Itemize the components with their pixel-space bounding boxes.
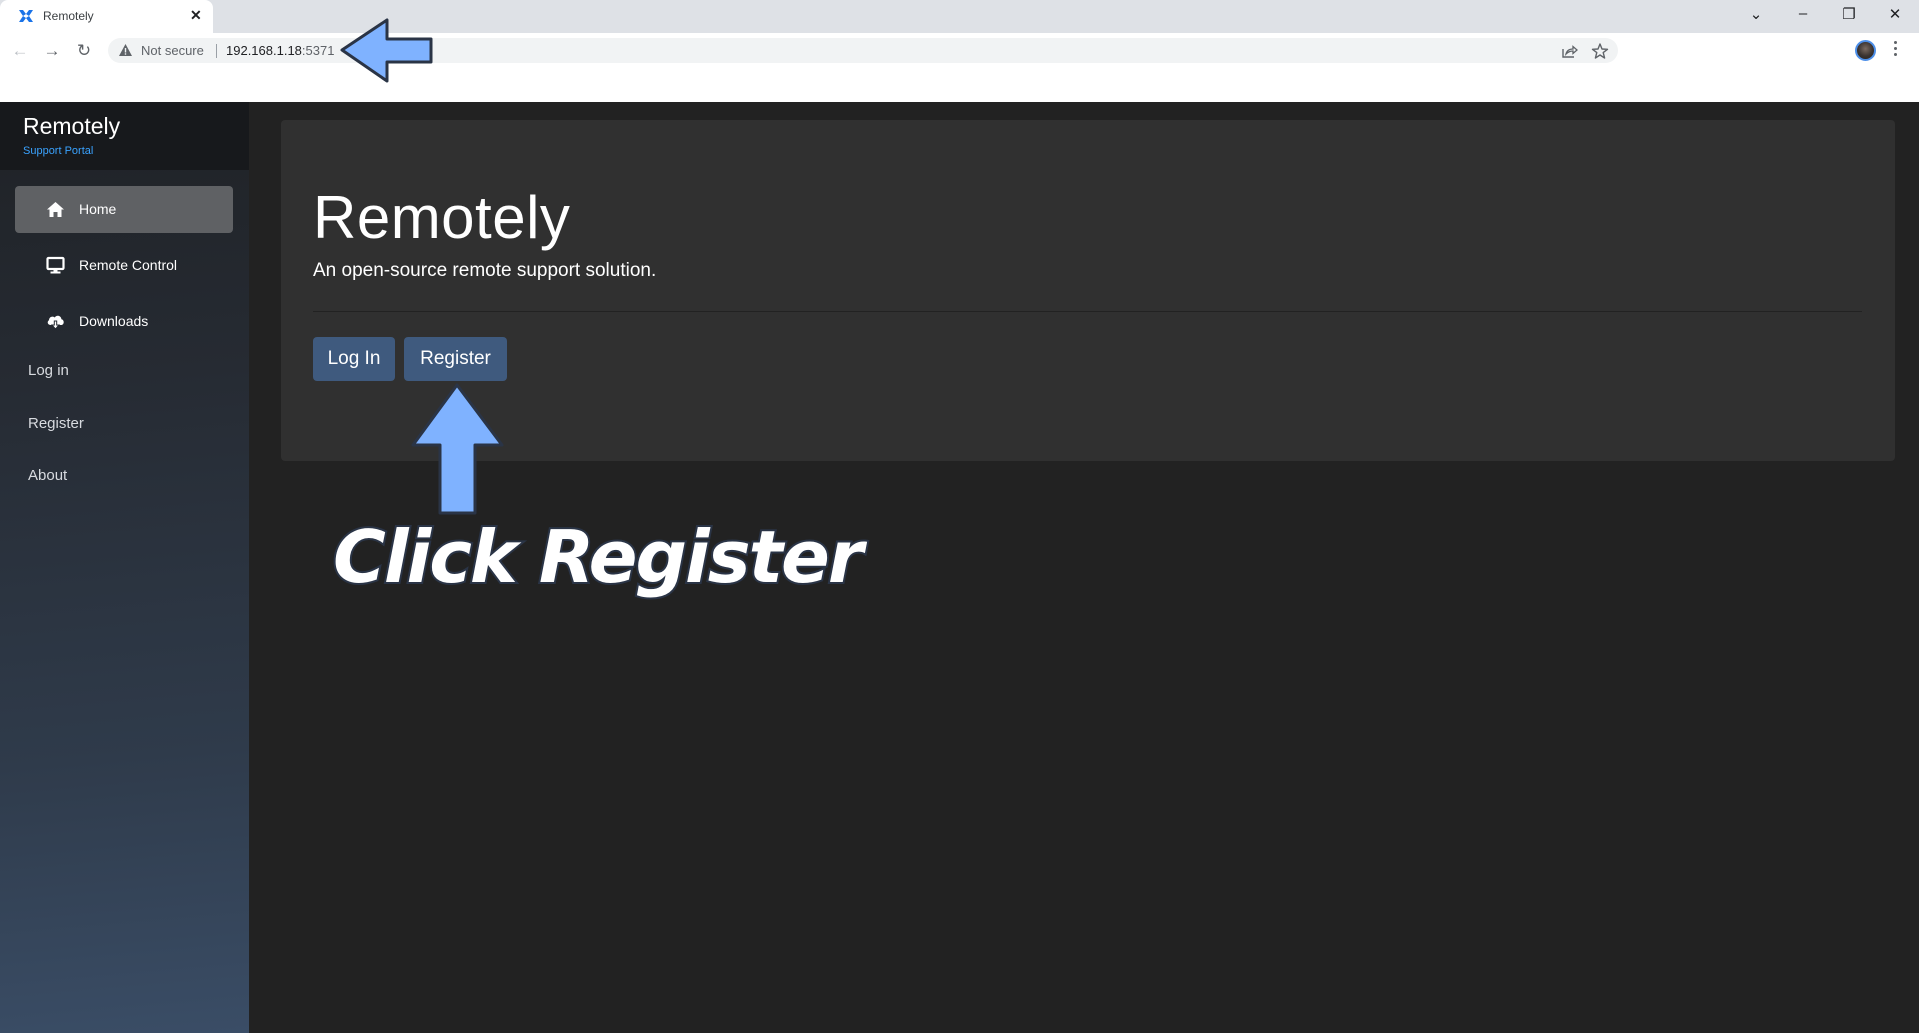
avatar[interactable]: [1855, 40, 1876, 61]
page-subtitle: An open-source remote support solution.: [313, 260, 657, 281]
warning-triangle-icon[interactable]: [119, 44, 132, 56]
url-port: :5371: [301, 43, 335, 58]
sidebar-item-label: Home: [79, 201, 117, 217]
share-icon[interactable]: [1560, 42, 1578, 60]
hero-card: Remotely An open-source remote support s…: [281, 120, 1895, 461]
sidebar: Remotely Support Portal Home Remote Cont…: [0, 102, 249, 1033]
sidebar-item-downloads[interactable]: Downloads: [15, 298, 233, 345]
sidebar-link-register[interactable]: Register: [28, 415, 84, 432]
register-button[interactable]: Register: [404, 337, 507, 381]
sidebar-link-about[interactable]: About: [28, 467, 67, 484]
brand-tagline: Support Portal: [23, 145, 94, 157]
tab-title: Remotely: [43, 9, 94, 23]
home-icon: [47, 202, 64, 217]
security-label[interactable]: Not secure: [141, 43, 204, 58]
cloud-download-icon: [47, 315, 64, 330]
arrow-right-icon[interactable]: →: [41, 40, 63, 62]
reload-icon[interactable]: ↻: [73, 40, 95, 62]
divider: [313, 311, 1862, 312]
kebab-menu-icon[interactable]: [1892, 41, 1898, 59]
sidebar-item-home[interactable]: Home: [15, 186, 233, 233]
arrow-left-icon[interactable]: ←: [9, 40, 31, 62]
browser-toolbar: ← → ↻ Not secure 192.168.1.18:5371: [0, 33, 1919, 102]
sidebar-link-login[interactable]: Log in: [28, 362, 69, 379]
sidebar-item-label: Remote Control: [79, 257, 178, 273]
browser-tab-strip: Remotely ✕ ⌄ – ❐ ✕: [0, 0, 1919, 33]
url-text[interactable]: 192.168.1.18:5371: [226, 43, 334, 58]
tab-search-icon[interactable]: ⌄: [1746, 5, 1766, 23]
minimize-icon[interactable]: –: [1793, 5, 1813, 22]
sidebar-item-remote-control[interactable]: Remote Control: [15, 242, 233, 289]
window-close-icon[interactable]: ✕: [1885, 5, 1905, 23]
monitor-icon: [46, 256, 65, 274]
sidebar-item-label: Downloads: [79, 313, 149, 329]
remotely-logo-icon: [19, 10, 33, 22]
close-icon[interactable]: ✕: [190, 7, 202, 24]
sidebar-header: Remotely Support Portal: [0, 102, 249, 170]
omnibox-separator: [216, 44, 217, 58]
instruction-callout: Click Register: [331, 513, 865, 601]
login-button[interactable]: Log In: [313, 337, 395, 381]
browser-tab[interactable]: Remotely ✕: [0, 0, 213, 33]
page-title: Remotely: [313, 184, 571, 251]
url-host: 192.168.1.18: [226, 43, 302, 58]
brand-name[interactable]: Remotely: [23, 113, 120, 140]
address-bar[interactable]: Not secure 192.168.1.18:5371: [108, 38, 1618, 63]
star-icon[interactable]: [1591, 42, 1609, 60]
restore-icon[interactable]: ❐: [1839, 5, 1859, 23]
